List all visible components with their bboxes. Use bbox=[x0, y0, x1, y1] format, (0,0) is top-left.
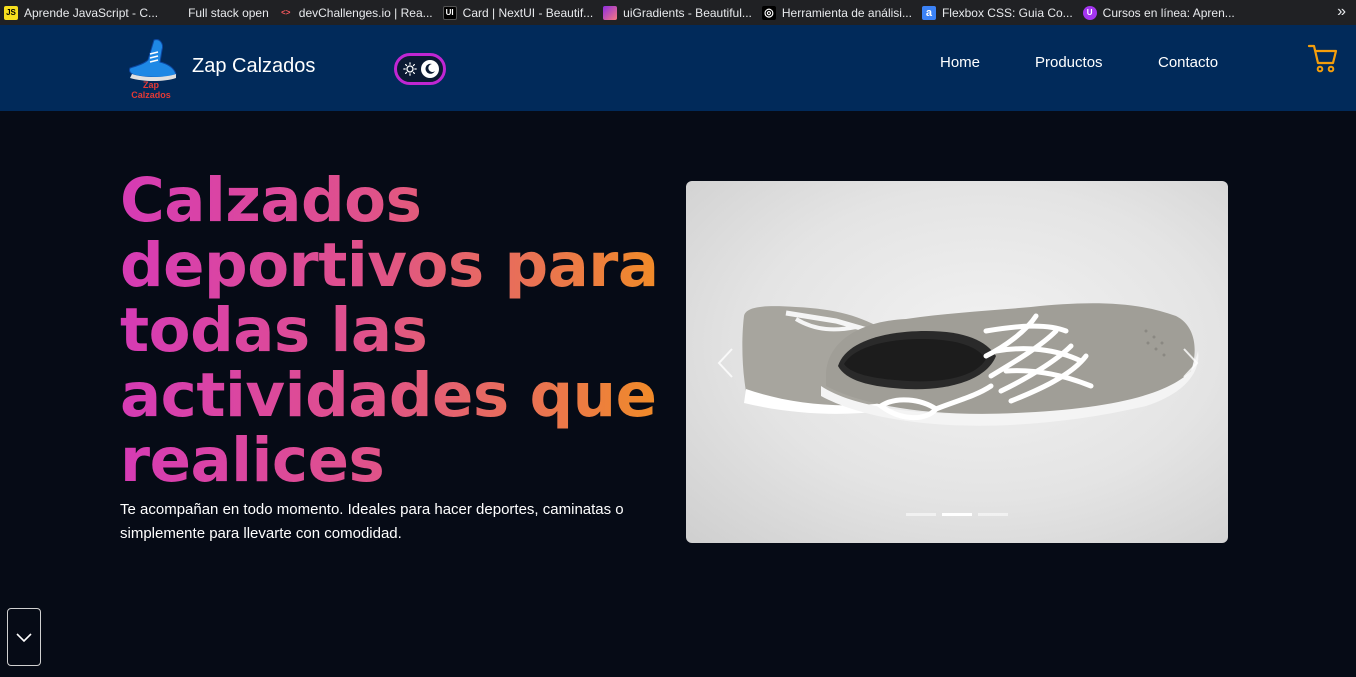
nav-home[interactable]: Home bbox=[940, 54, 980, 71]
bookmark-nextui-card[interactable]: UI Card | NextUI - Beautif... bbox=[442, 0, 594, 25]
brand-name[interactable]: Zap Calzados bbox=[192, 55, 315, 78]
carousel-indicators bbox=[906, 513, 1008, 516]
bookmark-cursos-en-linea[interactable]: U Cursos en línea: Apren... bbox=[1082, 0, 1235, 25]
bookmark-label: uiGradients - Beautiful... bbox=[623, 5, 752, 20]
hero-description: Te acompañan en todo momento. Ideales pa… bbox=[120, 501, 624, 542]
moon-icon bbox=[421, 60, 439, 78]
bookmark-label: Card | NextUI - Beautif... bbox=[462, 5, 594, 20]
svg-text:Zap: Zap bbox=[143, 80, 160, 90]
nav-productos[interactable]: Productos bbox=[1035, 54, 1103, 71]
product-carousel bbox=[686, 181, 1228, 543]
bookmark-label: Flexbox CSS: Guia Co... bbox=[941, 5, 1073, 20]
js-icon: JS bbox=[4, 5, 18, 20]
navbar: Zap Calzados Zap Calzados Home Productos… bbox=[0, 25, 1356, 111]
svg-text:Calzados: Calzados bbox=[131, 90, 171, 100]
uigradients-icon bbox=[603, 5, 618, 20]
bookmark-aprende-javascript[interactable]: JS Aprende JavaScript - C... bbox=[4, 0, 158, 25]
chevron-right-icon[interactable] bbox=[1178, 346, 1202, 380]
bookmark-label: Herramienta de análisi... bbox=[781, 5, 912, 20]
bookmark-flexbox-css[interactable]: a Flexbox CSS: Guia Co... bbox=[921, 0, 1073, 25]
bookmark-label: Full stack open bbox=[188, 5, 269, 20]
nav-contacto[interactable]: Contacto bbox=[1158, 54, 1218, 71]
bookmark-label: devChallenges.io | Rea... bbox=[298, 5, 433, 20]
analysis-tool-icon: ◎ bbox=[761, 5, 776, 20]
bookmark-herramienta-analisis[interactable]: ◎ Herramienta de análisi... bbox=[761, 0, 912, 25]
udemy-icon: U bbox=[1082, 5, 1097, 20]
bookmark-uigradients[interactable]: uiGradients - Beautiful... bbox=[603, 0, 752, 25]
chevron-down-icon bbox=[16, 633, 32, 643]
theme-toggle[interactable] bbox=[394, 53, 446, 85]
nextui-icon: UI bbox=[442, 5, 457, 20]
bookmark-label: Cursos en línea: Apren... bbox=[1102, 5, 1235, 20]
bookmark-label: Aprende JavaScript - C... bbox=[24, 5, 159, 20]
more-bookmarks-icon[interactable]: » bbox=[1337, 3, 1346, 21]
cart-icon[interactable] bbox=[1307, 42, 1339, 74]
carousel-indicator-1[interactable] bbox=[906, 513, 936, 516]
devchallenges-icon: <> bbox=[281, 8, 291, 17]
scroll-down-button[interactable] bbox=[7, 608, 41, 666]
carousel-indicator-3[interactable] bbox=[978, 513, 1008, 516]
bookmarks-bar: JS Aprende JavaScript - C... Full stack … bbox=[0, 0, 1356, 25]
bookmark-full-stack-open[interactable]: Full stack open bbox=[188, 0, 269, 25]
gray-sneaker-image bbox=[742, 303, 1199, 426]
chevron-left-icon[interactable] bbox=[714, 346, 738, 380]
bookmark-devchallenges[interactable]: <> devChallenges.io | Rea... bbox=[279, 0, 433, 25]
sun-icon bbox=[403, 62, 417, 76]
sneaker-logo-icon[interactable]: Zap Calzados bbox=[124, 36, 178, 100]
flexbox-guide-icon: a bbox=[921, 5, 936, 20]
hero-title: Calzados deportivos para todas las activ… bbox=[120, 168, 680, 493]
carousel-indicator-2[interactable] bbox=[942, 513, 972, 516]
